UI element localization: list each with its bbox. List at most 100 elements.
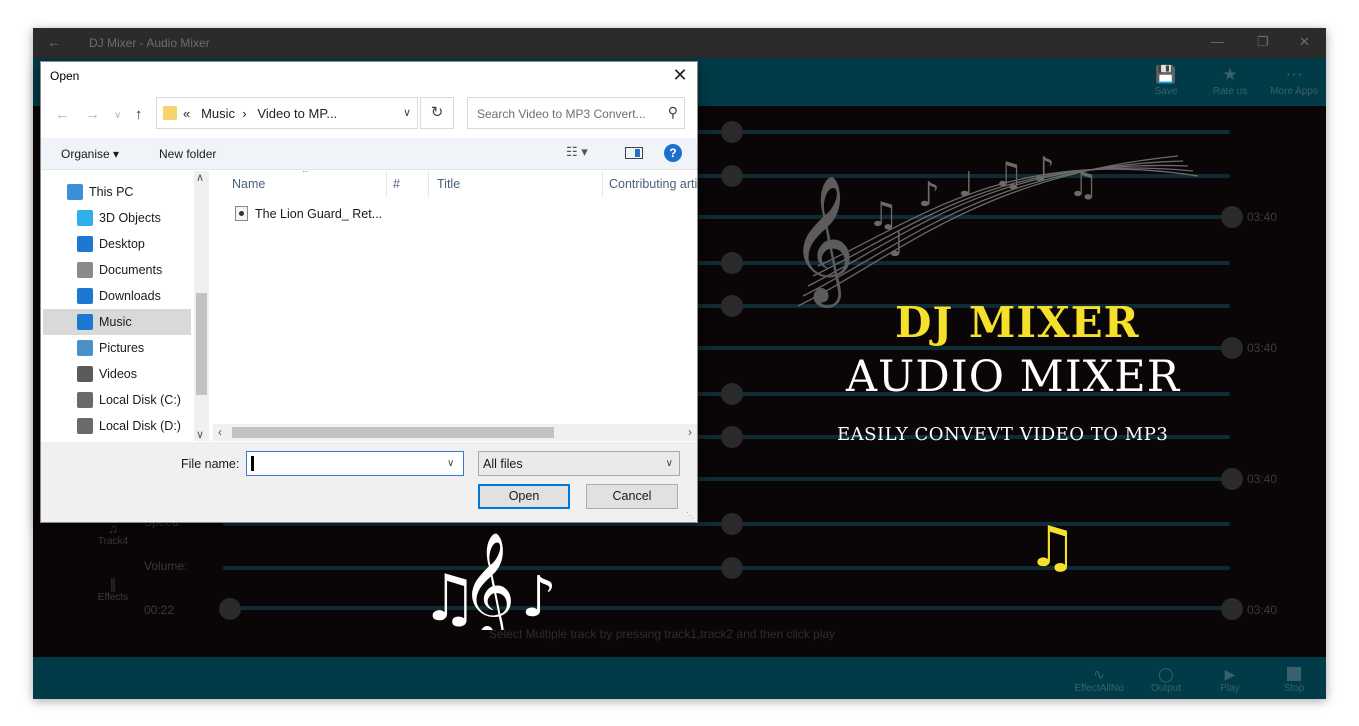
nav-item-downloads[interactable]: Downloads xyxy=(43,283,191,309)
svg-text:♫: ♫ xyxy=(1068,165,1098,205)
scroll-left-icon[interactable]: ‹ xyxy=(218,425,222,439)
search-input[interactable]: Search Video to MP3 Convert... ⚲ xyxy=(467,97,685,129)
documents-icon xyxy=(77,262,93,278)
file-type-select[interactable]: All files ∨ xyxy=(478,451,680,476)
more-apps-button[interactable]: ⋯ More Apps xyxy=(1264,64,1324,97)
more-dots-icon: ⋯ xyxy=(1285,65,1303,84)
slider-track[interactable] xyxy=(223,606,1230,610)
save-button[interactable]: 💾 Save xyxy=(1136,64,1196,97)
drive-d-icon xyxy=(77,418,93,434)
close-icon[interactable]: ✕ xyxy=(669,64,691,86)
refresh-icon: ↻ xyxy=(430,104,444,121)
scroll-down-icon[interactable]: ∨ xyxy=(196,428,204,441)
duration-label: 03:40 xyxy=(1247,341,1278,355)
address-bar[interactable]: « Music › Video to MP... ∨ xyxy=(156,97,418,129)
desktop-icon xyxy=(77,236,93,252)
maximize-icon[interactable]: ❐ xyxy=(1257,34,1269,50)
slider-knob[interactable] xyxy=(721,383,743,405)
back-arrow-icon[interactable]: ← xyxy=(47,34,61,50)
stop-button[interactable]: Stop xyxy=(1264,665,1324,694)
column-name[interactable]: Name xyxy=(232,177,265,191)
promo-subtitle: EASILY CONVEVT VIDEO TO MP3 xyxy=(837,424,1169,445)
nav-item-videos[interactable]: Videos xyxy=(43,361,191,387)
preview-pane-icon[interactable] xyxy=(625,147,643,159)
nav-item-desktop[interactable]: Desktop xyxy=(43,231,191,257)
effects-button[interactable]: ∥ Effects xyxy=(91,576,135,603)
rate-us-button[interactable]: ★ Rate us xyxy=(1200,64,1260,97)
slider-knob[interactable] xyxy=(721,557,743,579)
recent-locations-icon[interactable]: ∨ xyxy=(114,110,121,121)
star-icon: ★ xyxy=(1222,65,1238,84)
help-icon[interactable]: ? xyxy=(664,144,682,162)
forward-icon[interactable]: → xyxy=(85,106,100,123)
track4-button[interactable]: ♫ Track4 xyxy=(91,520,135,547)
slider-knob[interactable] xyxy=(721,165,743,187)
nav-item-3d-objects[interactable]: 3D Objects xyxy=(43,205,191,231)
scroll-thumb[interactable] xyxy=(196,293,207,395)
close-window-icon[interactable]: ✕ xyxy=(1299,34,1310,50)
back-icon[interactable]: ← xyxy=(55,106,70,123)
svg-text:𝄞: 𝄞 xyxy=(790,174,855,308)
file-name-input[interactable] xyxy=(246,451,464,476)
promo-title-dj-mixer: DJ MIXER xyxy=(895,298,1140,347)
play-button[interactable]: ▶ Play xyxy=(1200,665,1260,694)
view-options-icon[interactable]: ☷ ▾ xyxy=(566,144,588,160)
breadcrumb-music[interactable]: Music xyxy=(201,106,235,121)
scroll-thumb[interactable] xyxy=(232,427,554,438)
duration-label: 03:40 xyxy=(1247,472,1278,486)
slider-knob[interactable] xyxy=(721,252,743,274)
save-icon: 💾 xyxy=(1155,65,1177,84)
effects-all-button[interactable]: ∿ EffectAllNo xyxy=(1069,665,1129,694)
slider-knob[interactable] xyxy=(1221,468,1243,490)
chevron-down-icon: ∨ xyxy=(665,458,673,469)
nav-item-pictures[interactable]: Pictures xyxy=(43,335,191,361)
svg-text:♩: ♩ xyxy=(958,165,974,205)
volume-label: Volume: xyxy=(144,559,188,573)
slider-knob[interactable] xyxy=(721,121,743,143)
chevron-down-icon[interactable]: ∨ xyxy=(403,106,411,119)
nav-item-this-pc[interactable]: This PC xyxy=(43,179,191,205)
nav-item-music[interactable]: Music xyxy=(43,309,191,335)
navigation-pane: This PC 3D Objects Desktop Documents Downloa… xyxy=(41,171,211,441)
minimize-icon[interactable]: — xyxy=(1211,34,1224,49)
file-list: Name ⌃ # Title Contributing artists The … xyxy=(213,171,697,441)
breadcrumb-video-to-mp3[interactable]: Video to MP... xyxy=(257,106,337,121)
slider-knob[interactable] xyxy=(1221,598,1243,620)
scroll-right-icon[interactable]: › xyxy=(688,425,692,439)
resize-grip-icon[interactable]: ⋱ xyxy=(686,511,694,520)
pictures-icon xyxy=(77,340,93,356)
horizontal-scrollbar[interactable]: ‹ › xyxy=(213,424,697,441)
slider-knob[interactable] xyxy=(721,513,743,535)
up-folder-icon[interactable]: ↑ xyxy=(135,106,143,123)
app-titlebar: ← DJ Mixer - Audio Mixer — ❐ ✕ xyxy=(33,28,1326,58)
open-file-dialog: Open ✕ ← → ∨ ↑ « Music › Video to MP... … xyxy=(40,61,698,523)
dialog-footer: File name: ∨ All files ∨ Open Cancel ⋱ xyxy=(41,442,697,522)
command-bar: Organise ▾ New folder ☷ ▾ ? xyxy=(41,138,697,170)
slider-knob[interactable] xyxy=(1221,206,1243,228)
slider-knob[interactable] xyxy=(721,426,743,448)
headphones-icon: ◯ xyxy=(1158,666,1174,682)
cancel-button[interactable]: Cancel xyxy=(586,484,678,509)
svg-text:𝄞: 𝄞 xyxy=(461,531,515,630)
audio-file-icon xyxy=(235,206,248,221)
output-button[interactable]: ◯ Output xyxy=(1136,665,1196,694)
column-title[interactable]: Title xyxy=(437,177,460,191)
svg-text:♫: ♫ xyxy=(993,155,1023,195)
slider-knob[interactable] xyxy=(721,295,743,317)
open-button[interactable]: Open xyxy=(478,484,570,509)
organise-button[interactable]: Organise ▾ xyxy=(61,147,119,161)
column-contributing-artists[interactable]: Contributing artists xyxy=(609,177,697,191)
slider-knob[interactable] xyxy=(219,598,241,620)
chevron-down-icon[interactable]: ∨ xyxy=(447,458,454,469)
dialog-title: Open xyxy=(50,69,80,83)
scroll-up-icon[interactable]: ∧ xyxy=(196,171,204,184)
nav-scrollbar[interactable]: ∧ ∨ xyxy=(194,171,209,441)
new-folder-button[interactable]: New folder xyxy=(159,147,216,161)
nav-item-drive-c[interactable]: Local Disk (C:) xyxy=(43,387,191,413)
refresh-button[interactable]: ↻ xyxy=(420,97,454,129)
nav-item-drive-d[interactable]: Local Disk (D:) xyxy=(43,413,191,439)
column-number[interactable]: # xyxy=(393,177,400,191)
stop-icon xyxy=(1264,665,1324,683)
slider-knob[interactable] xyxy=(1221,337,1243,359)
nav-item-documents[interactable]: Documents xyxy=(43,257,191,283)
